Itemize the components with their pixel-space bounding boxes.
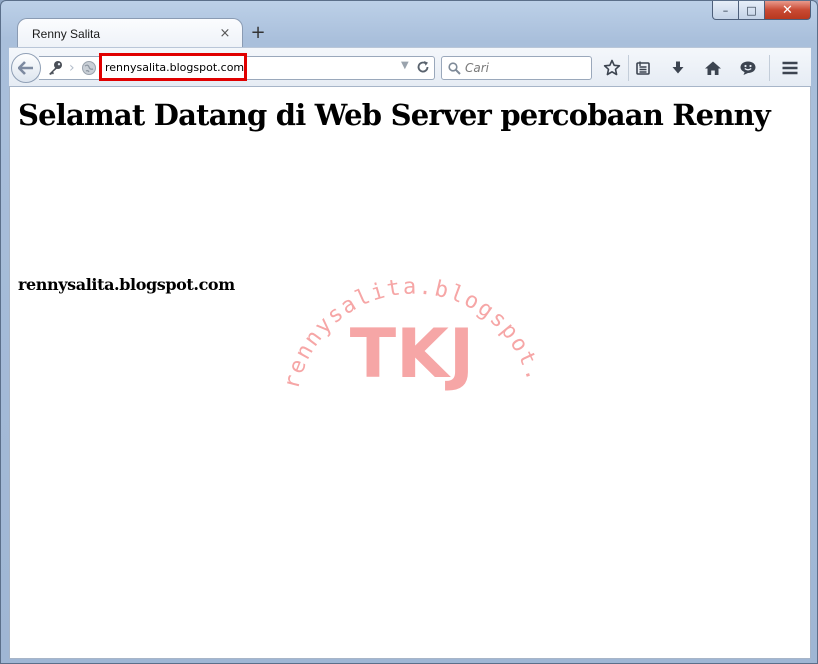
search-icon [448, 61, 461, 75]
navigation-toolbar: › rennysalita.blogspot.com ▼ [9, 47, 811, 87]
toolbar-separator [769, 55, 770, 81]
url-dropdown-icon[interactable]: ▼ [401, 60, 409, 71]
download-icon[interactable] [667, 58, 689, 78]
bookmark-star-icon[interactable] [601, 58, 623, 78]
back-button[interactable] [11, 53, 41, 83]
tab-strip: Renny Salita × + [9, 17, 709, 48]
minimize-button[interactable]: – [712, 1, 739, 20]
page-content: Selamat Datang di Web Server percobaan R… [9, 87, 811, 659]
search-input[interactable] [465, 61, 585, 75]
page-heading: Selamat Datang di Web Server percobaan R… [18, 98, 771, 132]
watermark-center-text: TKJ [350, 315, 474, 394]
identity-separator-icon: › [69, 60, 75, 76]
url-bar[interactable]: › rennysalita.blogspot.com ▼ [39, 53, 435, 81]
smiley-icon[interactable] [737, 58, 759, 78]
toolbar-separator [628, 55, 629, 81]
page-subheading: rennysalita.blogspot.com [18, 275, 235, 294]
url-text[interactable]: rennysalita.blogspot.com [105, 61, 244, 74]
tab-renny-salita[interactable]: Renny Salita × [17, 18, 243, 48]
hamburger-menu-icon[interactable] [779, 58, 801, 78]
window-caption-buttons: – □ ✕ [712, 1, 811, 21]
watermark-logo: rennysalita.blogspot.com TKJ [278, 265, 545, 394]
key-icon[interactable] [45, 60, 65, 76]
browser-window: – □ ✕ Renny Salita × + › rennysalita.blo… [0, 0, 818, 664]
new-tab-button[interactable]: + [247, 23, 269, 45]
tab-close-icon[interactable]: × [218, 26, 232, 41]
url-highlight-box[interactable]: rennysalita.blogspot.com [99, 53, 247, 81]
maximize-button[interactable]: □ [739, 1, 765, 20]
back-arrow-icon [18, 61, 33, 75]
globe-icon [82, 61, 96, 75]
close-window-button[interactable]: ✕ [765, 1, 811, 20]
reload-icon[interactable] [415, 59, 431, 75]
tab-title: Renny Salita [32, 26, 101, 41]
home-icon[interactable] [702, 58, 724, 78]
search-bar[interactable] [441, 56, 592, 80]
reading-list-icon[interactable] [632, 58, 654, 78]
